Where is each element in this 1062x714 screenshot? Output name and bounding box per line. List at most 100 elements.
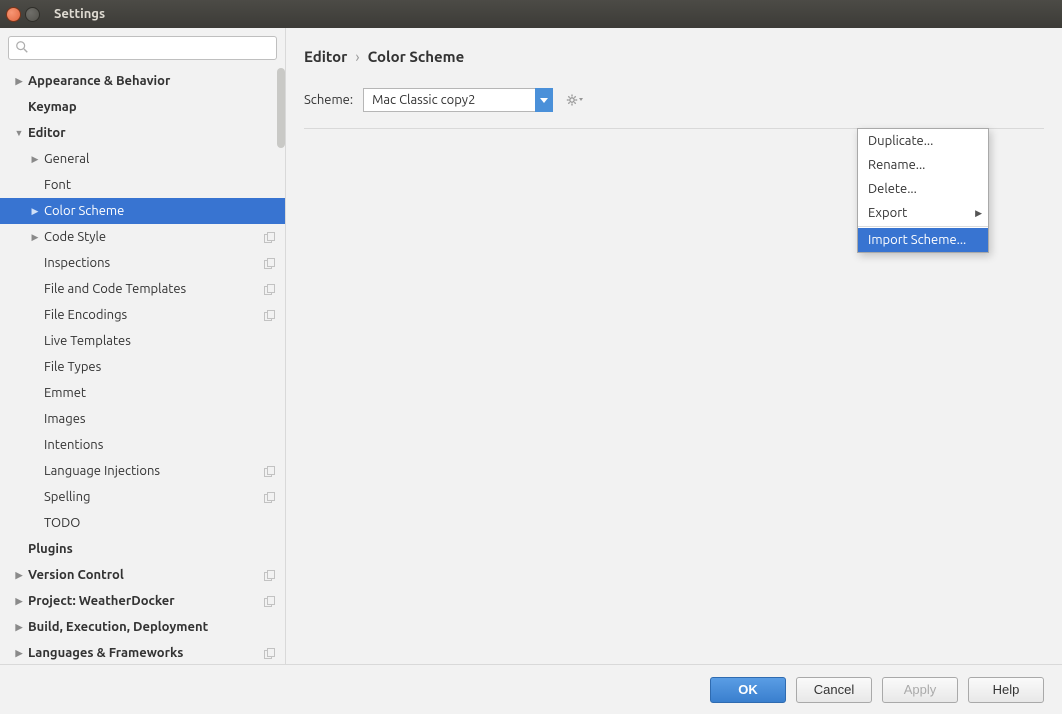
chevron-down-icon: ▼ <box>14 128 24 138</box>
tree-item-label: Languages & Frameworks <box>28 646 183 660</box>
tree-item[interactable]: File and Code Templates <box>0 276 285 302</box>
scheme-value: Mac Classic copy2 <box>372 93 475 107</box>
chevron-right-icon: ▶ <box>14 76 24 87</box>
tree-item[interactable]: Emmet <box>0 380 285 406</box>
tree-item[interactable]: ▼Editor <box>0 120 285 146</box>
tree-item-label: Project: WeatherDocker <box>28 594 175 608</box>
chevron-right-icon: ▶ <box>14 648 24 659</box>
settings-tree[interactable]: ▶ Appearance & Behavior Keymap ▼Editor▶Gene… <box>0 68 285 664</box>
chevron-right-icon: ▶ <box>30 154 40 165</box>
minimize-window-button[interactable] <box>25 7 40 22</box>
menu-item-label: Delete... <box>868 182 917 196</box>
window-controls <box>6 7 40 22</box>
project-scope-icon <box>264 648 275 659</box>
breadcrumb-part: Editor <box>304 48 347 65</box>
tree-item-label: Code Style <box>44 230 106 244</box>
cancel-button[interactable]: Cancel <box>796 677 872 703</box>
close-window-button[interactable] <box>6 7 21 22</box>
tree-item[interactable]: TODO <box>0 510 285 536</box>
tree-item-label: TODO <box>44 516 80 530</box>
tree-item-label: Inspections <box>44 256 110 270</box>
titlebar[interactable]: Settings <box>0 0 1062 28</box>
ok-button[interactable]: OK <box>710 677 786 703</box>
tree-item[interactable]: ▶ Color Scheme <box>0 198 285 224</box>
breadcrumb-part: Color Scheme <box>368 48 465 65</box>
chevron-right-icon: ▶ <box>14 596 24 607</box>
project-scope-icon <box>264 570 275 581</box>
breadcrumb: Editor › Color Scheme <box>304 42 1044 70</box>
tree-item[interactable]: Intentions <box>0 432 285 458</box>
tree-item[interactable]: ▶ Build, Execution, Deployment <box>0 614 285 640</box>
tree-item[interactable]: Font <box>0 172 285 198</box>
search-icon <box>15 40 29 54</box>
scheme-dropdown[interactable]: Mac Classic copy2 <box>363 88 553 112</box>
project-scope-icon <box>264 232 275 243</box>
menu-item[interactable]: Rename... <box>858 153 988 177</box>
window-title: Settings <box>54 7 105 21</box>
tree-item-label: Emmet <box>44 386 86 400</box>
search-input[interactable] <box>8 36 277 60</box>
tree-item-label: File and Code Templates <box>44 282 186 296</box>
menu-separator <box>858 226 988 227</box>
menu-item-label: Import Scheme... <box>868 233 966 247</box>
tree-item-label: Color Scheme <box>44 204 124 218</box>
menu-item-label: Rename... <box>868 158 925 172</box>
tree-item[interactable]: Live Templates <box>0 328 285 354</box>
tree-item-label: File Encodings <box>44 308 127 322</box>
tree-item-label: Language Injections <box>44 464 160 478</box>
project-scope-icon <box>264 310 275 321</box>
tree-item[interactable]: ▶ Code Style <box>0 224 285 250</box>
tree-item[interactable]: Images <box>0 406 285 432</box>
tree-item[interactable]: Spelling <box>0 484 285 510</box>
search-box <box>8 36 277 60</box>
tree-item[interactable]: ▶ Appearance & Behavior <box>0 68 285 94</box>
menu-item[interactable]: Import Scheme... <box>858 228 988 252</box>
chevron-right-icon: ▶ <box>14 570 24 581</box>
menu-item-label: Duplicate... <box>868 134 933 148</box>
submenu-arrow-icon: ▶ <box>975 208 982 219</box>
help-button[interactable]: Help <box>968 677 1044 703</box>
dropdown-arrow-button[interactable] <box>535 88 553 112</box>
tree-item-label: Keymap <box>28 100 77 114</box>
scheme-label: Scheme: <box>304 93 353 107</box>
tree-item-label: File Types <box>44 360 101 374</box>
chevron-right-icon: ▶ <box>30 206 40 217</box>
scheme-row: Scheme: Mac Classic copy2 <box>304 88 1044 112</box>
tree-item-label: Appearance & Behavior <box>28 74 170 88</box>
project-scope-icon <box>264 258 275 269</box>
menu-item[interactable]: Export ▶ <box>858 201 988 225</box>
menu-item-label: Export <box>868 206 907 220</box>
project-scope-icon <box>264 466 275 477</box>
tree-item[interactable]: ▶ Languages & Frameworks <box>0 640 285 664</box>
tree-item-label: Images <box>44 412 86 426</box>
project-scope-icon <box>264 284 275 295</box>
tree-item[interactable]: File Types <box>0 354 285 380</box>
gear-button[interactable] <box>563 88 587 112</box>
settings-window: Settings ▶Appearance & BehaviorKeymap▼Ed… <box>0 0 1062 714</box>
project-scope-icon <box>264 492 275 503</box>
tree-item[interactable]: Keymap <box>0 94 285 120</box>
tree-item[interactable]: Inspections <box>0 250 285 276</box>
tree-item-label: Spelling <box>44 490 90 504</box>
menu-item[interactable]: Delete... <box>858 177 988 201</box>
tree-item[interactable]: Language Injections <box>0 458 285 484</box>
gear-context-menu: Duplicate... Rename... Delete... Export ▶ Imp… <box>857 128 989 253</box>
apply-button[interactable]: Apply <box>882 677 958 703</box>
sidebar: ▶ Appearance & Behavior Keymap ▼Editor▶Gene… <box>0 28 286 664</box>
menu-item[interactable]: Duplicate... <box>858 129 988 153</box>
dialog-button-bar: OK Cancel Apply Help <box>0 664 1062 714</box>
tree-item-label: Plugins <box>28 542 73 556</box>
tree-item[interactable]: ▶General <box>0 146 285 172</box>
project-scope-icon <box>264 596 275 607</box>
chevron-right-icon: ▶ <box>14 622 24 633</box>
tree-item-label: Version Control <box>28 568 124 582</box>
chevron-right-icon: ▶ <box>30 232 40 243</box>
tree-item[interactable]: Plugins <box>0 536 285 562</box>
tree-item-label: Build, Execution, Deployment <box>28 620 208 634</box>
dialog-body: ▶Appearance & BehaviorKeymap▼Editor▶Gene… <box>0 28 1062 664</box>
tree-item[interactable]: ▶ Project: WeatherDocker <box>0 588 285 614</box>
tree-item[interactable]: ▶ Version Control <box>0 562 285 588</box>
main-panel: Editor › Color Scheme Scheme: Mac Classi… <box>286 28 1062 664</box>
tree-item-label: Font <box>44 178 71 192</box>
tree-item[interactable]: File Encodings <box>0 302 285 328</box>
